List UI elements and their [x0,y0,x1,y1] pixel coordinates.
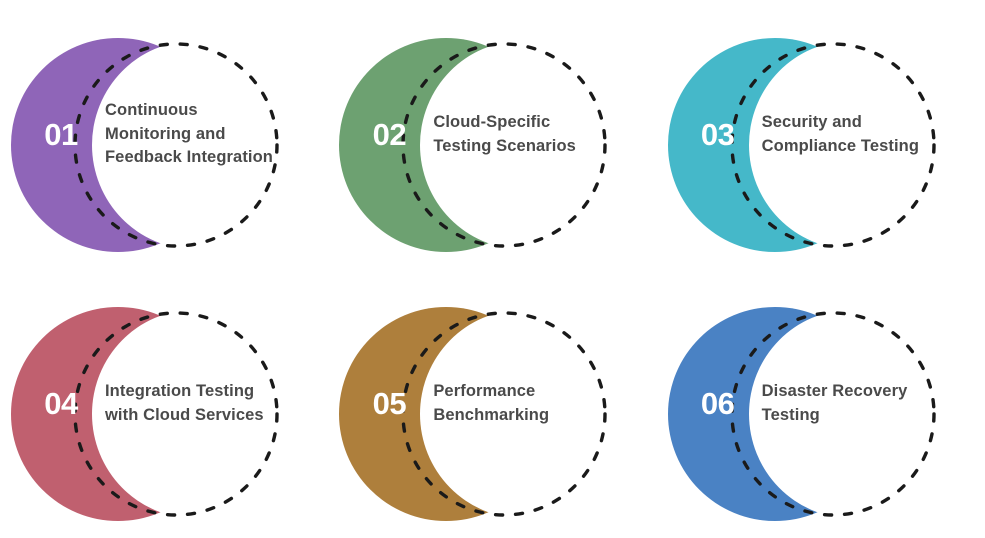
step-title-text: Performance Benchmarking [433,382,550,424]
step-title: Performance Benchmarking [433,269,611,538]
crescent-card[interactable]: 04 Integration Testing with Cloud Service… [0,269,329,538]
step-title: Disaster Recovery Testing [762,269,940,538]
step-title: Integration Testing with Cloud Services [105,269,283,538]
step-title: Cloud-Specific Testing Scenarios [433,0,611,269]
step-title-text: Integration Testing with Cloud Services [105,382,264,424]
crescent-card[interactable]: 05 Performance Benchmarking [328,269,657,538]
crescent-card[interactable]: 06 Disaster Recovery Testing [656,269,985,538]
card-grid: 01 Continuous Monitoring and Feedback Int… [0,0,985,538]
crescent-card[interactable]: 03 Security and Compliance Testing [656,0,985,269]
step-title-text: Cloud-Specific Testing Scenarios [433,113,576,155]
step-title: Security and Compliance Testing [762,0,940,269]
crescent-card[interactable]: 02 Cloud-Specific Testing Scenarios [328,0,657,269]
step-title-text: Security and Compliance Testing [761,113,920,155]
infographic-root: 01 Continuous Monitoring and Feedback Int… [0,0,985,538]
step-title-text: Continuous Monitoring and Feedback Integ… [105,101,273,167]
step-title: Continuous Monitoring and Feedback Integ… [105,0,283,269]
step-title-text: Disaster Recovery Testing [761,382,908,424]
crescent-card[interactable]: 01 Continuous Monitoring and Feedback Int… [0,0,329,269]
